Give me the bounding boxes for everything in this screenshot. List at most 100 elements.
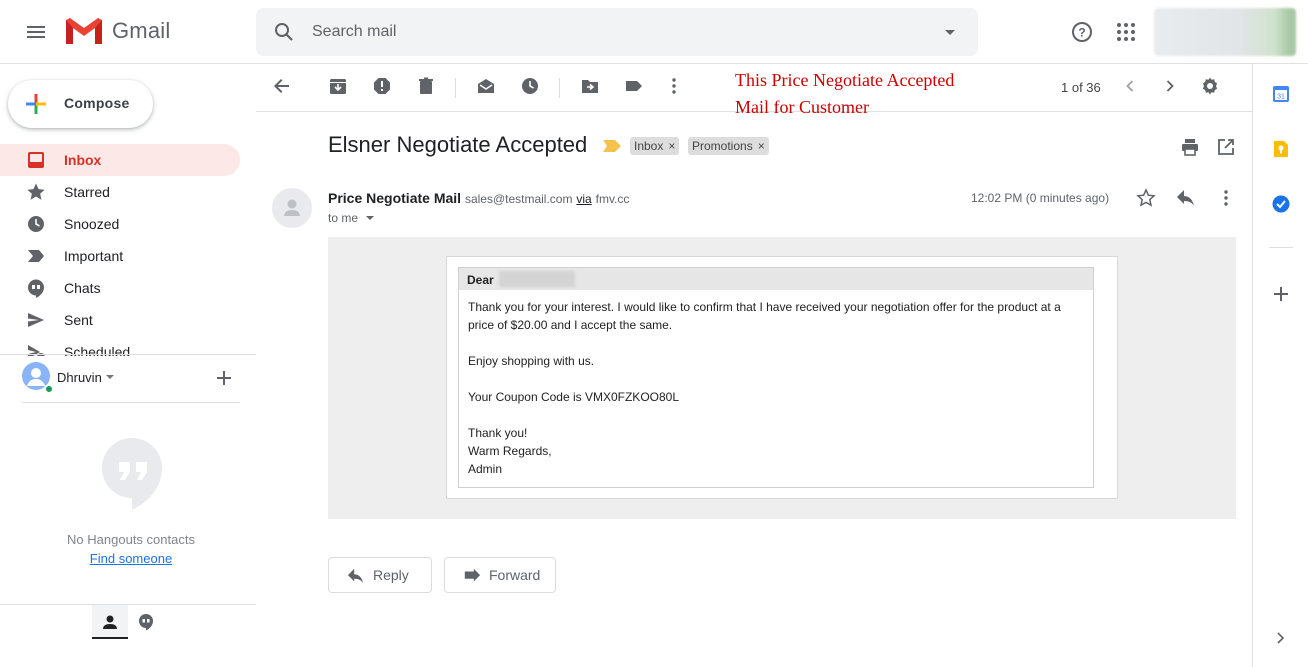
side-panel: 31 (1252, 64, 1308, 667)
sidebar-item-label: Important (64, 248, 124, 264)
sender-email: sales@testmail.com (464, 192, 573, 206)
contacts-tab[interactable] (92, 605, 128, 639)
print-icon[interactable] (1180, 137, 1200, 157)
important-marker-icon[interactable] (603, 140, 621, 152)
sidebar-nav: Inbox Starred Snoozed Important Chats Se… (0, 144, 256, 356)
sender-avatar[interactable] (272, 188, 312, 228)
nav-divider (0, 354, 256, 355)
chevron-left-icon[interactable] (1120, 76, 1140, 96)
side-panel-divider (1269, 247, 1293, 248)
online-status-dot (44, 384, 54, 394)
greeting-bar: Dear (459, 268, 1093, 290)
label-chip-promotions[interactable]: Promotions × (688, 137, 769, 155)
sender-line: Price Negotiate Mail sales@testmail.com … (328, 190, 629, 206)
svg-text:31: 31 (1277, 94, 1285, 101)
move-to-icon[interactable] (580, 76, 600, 96)
email-text: Thank you for your interest. I would lik… (459, 290, 1093, 478)
chat-icon (28, 279, 44, 298)
remove-label-icon[interactable]: × (668, 137, 675, 155)
inbox-icon (28, 152, 44, 168)
toolbar-separator (455, 78, 456, 98)
sender-name[interactable]: Price Negotiate Mail (328, 190, 461, 206)
chat-icon (139, 614, 153, 631)
sidebar-item-label: Starred (64, 184, 110, 200)
archive-icon[interactable] (328, 76, 348, 96)
annotation-line: This Price Negotiate Accepted (735, 70, 955, 90)
annotation-overlay: This Price Negotiate Accepted Mail for C… (735, 67, 1035, 121)
no-contacts-text: No Hangouts contacts (67, 532, 195, 547)
more-options-icon[interactable] (1216, 188, 1236, 208)
report-spam-icon[interactable] (372, 76, 392, 96)
forward-label: Forward (489, 567, 541, 583)
greeting-text: Dear (467, 273, 494, 287)
add-addon-icon[interactable] (1271, 284, 1291, 304)
snooze-icon[interactable] (520, 76, 540, 96)
forward-button[interactable]: Forward (444, 557, 556, 593)
more-options-icon[interactable] (664, 76, 684, 96)
reply-icon (347, 568, 364, 584)
sidebar-item-sent[interactable]: Sent (0, 304, 240, 336)
main-menu-icon[interactable] (24, 20, 48, 44)
show-details-icon[interactable] (366, 216, 374, 220)
keep-icon[interactable] (1271, 139, 1291, 159)
hangouts-user[interactable]: Dhruvin (22, 362, 242, 394)
remove-label-icon[interactable]: × (758, 137, 765, 155)
open-in-new-window-icon[interactable] (1216, 137, 1236, 157)
settings-gear-icon[interactable] (1200, 76, 1220, 96)
calendar-icon[interactable]: 31 (1271, 84, 1291, 104)
coupon-code-text: Your Coupon Code is VMX0FZKOO80L (468, 390, 680, 404)
search-input[interactable] (312, 20, 912, 44)
important-icon (28, 250, 44, 262)
search-bar[interactable] (256, 8, 978, 56)
email-inner-frame: Dear Thank you for your interest. I woul… (458, 267, 1094, 488)
delete-icon[interactable] (416, 76, 436, 96)
body-paragraph: Thank you for your interest. I would lik… (468, 300, 1061, 332)
annotation-line: Mail for Customer (735, 97, 869, 117)
sidebar-item-scheduled[interactable]: Scheduled (0, 336, 240, 356)
pagination-text: 1 of 36 (1061, 80, 1101, 95)
top-header: Gmail ? (0, 0, 1308, 64)
search-options-icon[interactable] (938, 20, 962, 44)
reply-button[interactable]: Reply (328, 557, 432, 593)
back-icon[interactable] (272, 76, 292, 96)
svg-text:?: ? (1078, 26, 1085, 40)
sidebar-item-snoozed[interactable]: Snoozed (0, 208, 240, 240)
send-icon (28, 313, 44, 327)
clock-icon (28, 216, 44, 232)
search-icon[interactable] (272, 20, 296, 44)
expand-side-panel-icon[interactable] (1272, 630, 1288, 646)
add-contact-icon[interactable] (215, 369, 233, 387)
hangouts-divider (22, 402, 240, 403)
redacted-name (499, 271, 575, 287)
reply-icon[interactable] (1176, 188, 1196, 208)
app-name: Gmail (112, 18, 171, 43)
label-icon[interactable] (624, 76, 644, 96)
find-someone-link[interactable]: Find someone (0, 551, 262, 566)
sidebar-item-starred[interactable]: Starred (0, 176, 240, 208)
via-link[interactable]: via (576, 192, 591, 206)
sidebar-item-important[interactable]: Important (0, 240, 240, 272)
user-dropdown-icon[interactable] (106, 375, 114, 379)
star-icon[interactable] (1136, 188, 1156, 208)
account-area[interactable] (1154, 8, 1296, 56)
compose-button[interactable]: Compose (8, 80, 153, 128)
mark-unread-icon[interactable] (476, 76, 496, 96)
label-chip-text: Promotions (692, 139, 753, 153)
conversations-tab[interactable] (128, 605, 164, 639)
gmail-m-icon (66, 18, 102, 44)
toolbar-separator (559, 78, 560, 98)
help-icon[interactable]: ? (1070, 20, 1094, 44)
gmail-logo[interactable]: Gmail (64, 16, 170, 46)
message-toolbar: This Price Negotiate Accepted Mail for C… (256, 64, 1252, 117)
tasks-icon[interactable] (1271, 194, 1291, 214)
sidebar-item-chats[interactable]: Chats (0, 272, 240, 304)
apps-grid-icon[interactable] (1114, 20, 1138, 44)
label-chip-text: Inbox (634, 139, 664, 153)
label-chip-inbox[interactable]: Inbox × (630, 137, 680, 155)
sidebar-item-inbox[interactable]: Inbox (0, 144, 240, 176)
signoff-line: Warm Regards, (468, 444, 552, 458)
chevron-right-icon[interactable] (1160, 76, 1180, 96)
recipient-text: to me (328, 211, 359, 225)
hangouts-bottom-bar (0, 604, 256, 644)
sidebar-item-label: Snoozed (64, 216, 120, 232)
